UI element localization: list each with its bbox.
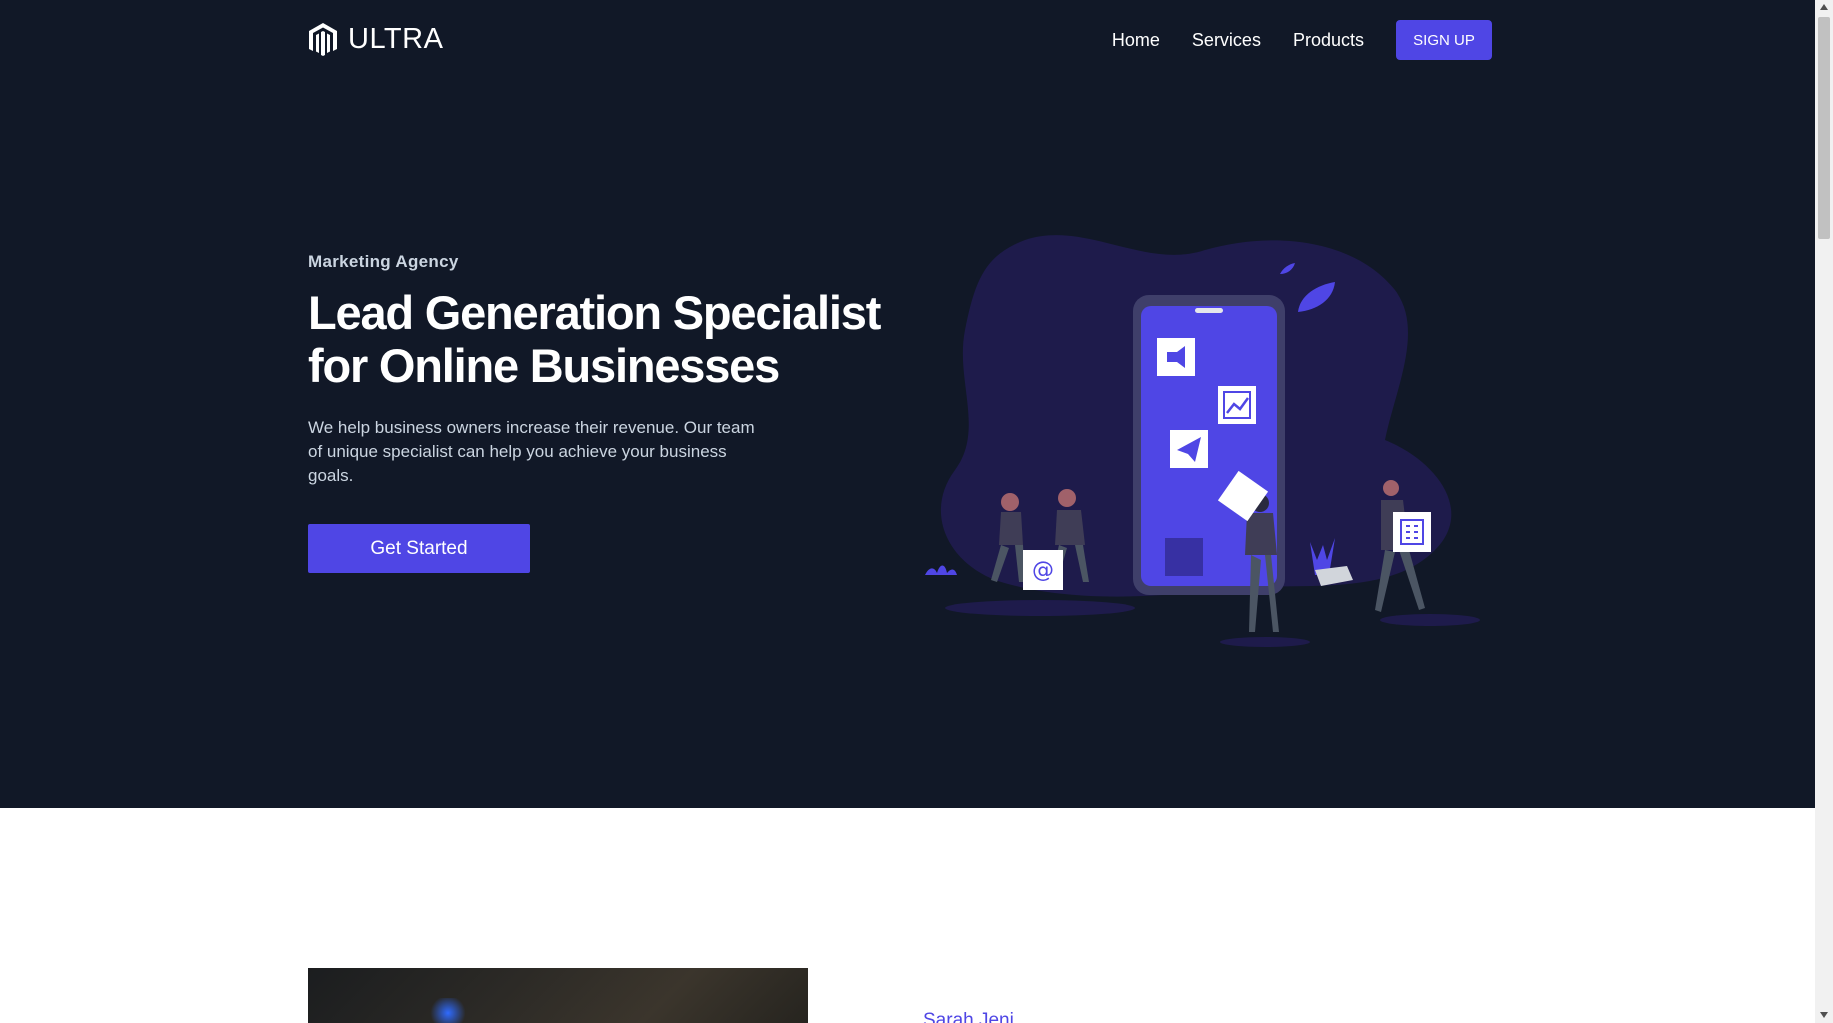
shadow-right [1380, 614, 1480, 626]
screen-tile [1165, 538, 1203, 576]
paper-plane-icon [1170, 430, 1208, 468]
shadow-left [945, 600, 1135, 616]
article-photo [308, 968, 808, 1023]
nav-link-services[interactable]: Services [1192, 30, 1261, 51]
at-sign-icon: @ [1023, 550, 1063, 590]
author-name[interactable]: Sarah Jeni [923, 1010, 1014, 1023]
signup-button[interactable]: SIGN UP [1396, 20, 1492, 60]
megaphone-icon [1157, 338, 1195, 376]
nav-links: Home Services Products SIGN UP [1112, 20, 1492, 60]
hero-illustration: @ [925, 235, 1480, 647]
hero-eyebrow: Marketing Agency [308, 252, 459, 271]
hero-headline: Lead Generation Specialist for Online Bu… [308, 286, 881, 392]
navbar: ULTRA Home Services Products SIGN UP [308, 20, 1492, 60]
nav-link-home[interactable]: Home [1112, 30, 1160, 51]
hero-description: We help business owners increase their r… [308, 418, 755, 485]
building-icon [1393, 512, 1431, 552]
svg-text:@: @ [1032, 558, 1054, 583]
brand-name: ULTRA [348, 22, 444, 55]
small-plant-icon [925, 565, 957, 575]
scroll-thumb[interactable] [1818, 17, 1830, 239]
shadow-center [1220, 637, 1310, 647]
photo-highlight [428, 998, 468, 1023]
get-started-button[interactable]: Get Started [308, 524, 530, 573]
logo[interactable]: ULTRA [308, 22, 443, 56]
logo-icon [309, 23, 337, 56]
phone-speaker [1195, 308, 1223, 313]
scroll-up-arrow-icon[interactable] [1820, 4, 1828, 10]
vertical-scrollbar[interactable] [1815, 0, 1833, 1023]
scroll-down-arrow-icon[interactable] [1820, 1012, 1828, 1018]
chart-icon [1218, 386, 1256, 424]
nav-link-products[interactable]: Products [1293, 30, 1364, 51]
hero-section: ULTRA Home Services Products SIGN UP Mar… [0, 0, 1815, 808]
